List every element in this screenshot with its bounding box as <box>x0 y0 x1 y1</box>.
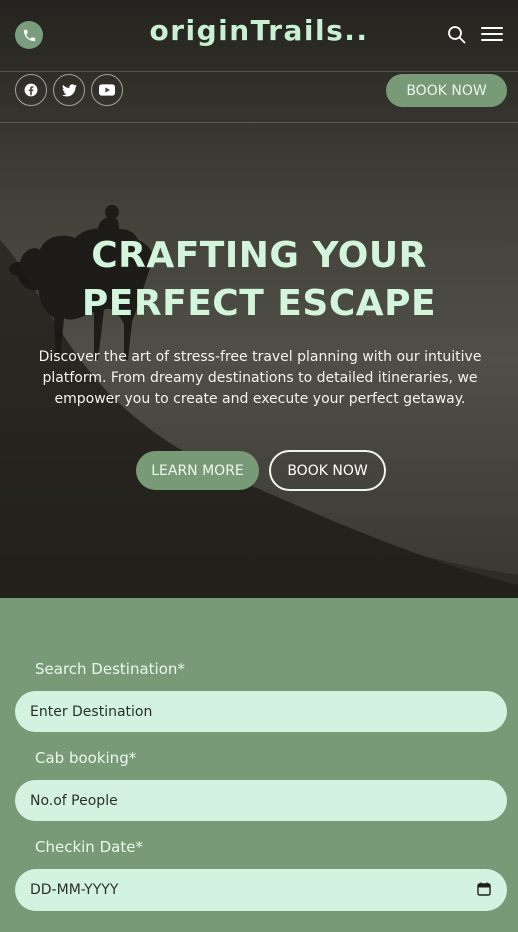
cab-people-input[interactable]: No.of People <box>15 780 507 821</box>
book-now-header-button[interactable]: BOOK NOW <box>386 74 507 107</box>
search-icon <box>448 26 466 44</box>
hero-title: CRAFTING YOUR PERFECT ESCAPE <box>0 232 518 328</box>
learn-more-button[interactable]: LEARN MORE <box>136 451 259 490</box>
book-now-button[interactable]: BOOK NOW <box>269 450 386 491</box>
cab-booking-label: Cab booking* <box>35 749 137 767</box>
facebook-icon <box>24 83 38 97</box>
checkin-date-input[interactable]: DD-MM-YYYY <box>15 869 507 911</box>
social-bar: BOOK NOW <box>0 72 518 123</box>
search-button[interactable] <box>447 25 467 45</box>
hero-description: Discover the art of stress-free travel p… <box>38 349 482 407</box>
hamburger-menu-icon[interactable] <box>481 27 503 43</box>
facebook-link[interactable] <box>15 74 47 106</box>
checkin-date-value: DD-MM-YYYY <box>30 882 119 898</box>
youtube-link[interactable] <box>91 74 123 106</box>
destination-input[interactable]: Enter Destination <box>15 691 507 732</box>
youtube-icon <box>99 84 115 96</box>
hero-title-line-1: CRAFTING YOUR <box>91 235 427 276</box>
calendar-icon[interactable] <box>477 882 491 896</box>
destination-label: Search Destination* <box>35 660 185 678</box>
hero-section: originTrails.. BOOK NOW CRAFTING YOUR PE… <box>0 0 518 598</box>
twitter-icon <box>61 83 77 96</box>
twitter-link[interactable] <box>53 74 85 106</box>
hero-title-line-2: PERFECT ESCAPE <box>81 283 437 324</box>
checkin-date-label: Checkin Date* <box>35 838 143 856</box>
brand-logo[interactable]: originTrails.. <box>0 14 518 47</box>
top-navigation-bar: originTrails.. <box>0 0 518 72</box>
